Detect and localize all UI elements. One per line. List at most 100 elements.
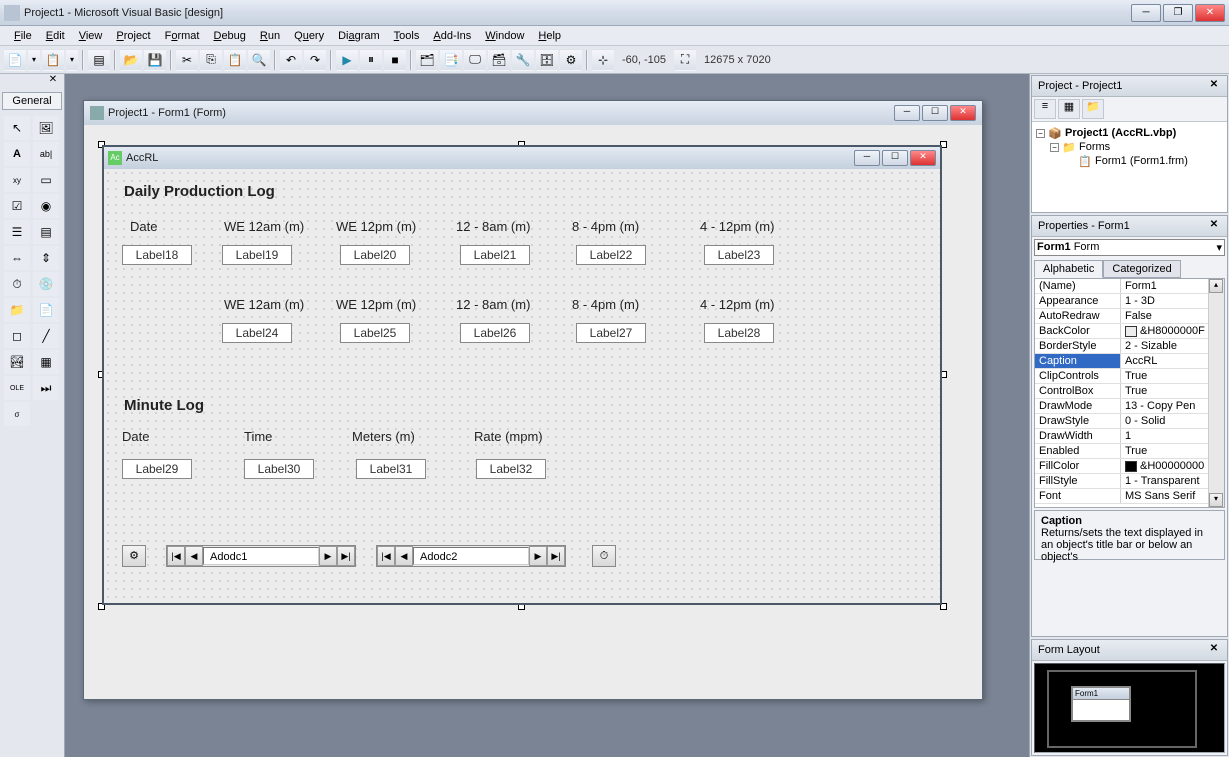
property-row[interactable]: FontMS Sans Serif — [1035, 489, 1224, 504]
menu-view[interactable]: View — [73, 28, 109, 44]
tree-form-node[interactable]: Form1 (Form1.frm) — [1095, 155, 1188, 167]
min-col-time[interactable]: Time — [244, 429, 272, 444]
paste-button[interactable]: 📋 — [224, 49, 246, 71]
end-button[interactable]: ■ — [384, 49, 406, 71]
form-layout-close-button[interactable]: ✕ — [1207, 643, 1221, 657]
adodc2-control[interactable]: |◀ ◀ Adodc2 ▶ ▶| — [376, 545, 566, 567]
adodc1-control[interactable]: |◀ ◀ Adodc1 ▶ ▶| — [166, 545, 356, 567]
picturebox-tool[interactable]: 🖼 — [33, 116, 59, 140]
label18[interactable]: Label18 — [122, 245, 192, 265]
properties-panel-close-button[interactable]: ✕ — [1207, 219, 1221, 233]
tree-expand-icon[interactable]: − — [1036, 129, 1045, 138]
form-minimize-button[interactable]: ─ — [854, 150, 880, 166]
image-tool[interactable]: 🏞 — [4, 350, 30, 374]
property-row[interactable]: CaptionAccRL — [1035, 354, 1224, 369]
find-button[interactable]: 🔍 — [248, 49, 270, 71]
menu-run[interactable]: Run — [254, 28, 286, 44]
filelist-tool[interactable]: 📄 — [33, 298, 59, 322]
component-button[interactable]: ⚙ — [560, 49, 582, 71]
col2-12-8am[interactable]: 12 - 8am (m) — [456, 297, 530, 312]
label22[interactable]: Label22 — [576, 245, 646, 265]
property-row[interactable]: (Name)Form1 — [1035, 279, 1224, 294]
col2-we12am[interactable]: WE 12am (m) — [224, 297, 304, 312]
copy-button[interactable]: ⎘ — [200, 49, 222, 71]
view-code-button[interactable]: ≡ — [1034, 99, 1056, 119]
form-maximize-button[interactable]: ☐ — [882, 150, 908, 166]
col-we12pm[interactable]: WE 12pm (m) — [336, 219, 416, 234]
add-project-button[interactable]: 📄 — [4, 49, 26, 71]
checkbox-tool[interactable]: ☑ — [4, 194, 30, 218]
col-4-12pm[interactable]: 4 - 12pm (m) — [700, 219, 774, 234]
line-tool[interactable]: ╱ — [33, 324, 59, 348]
adodc2-last-button[interactable]: ▶| — [547, 546, 565, 566]
form-designer-window[interactable]: Project1 - Form1 (Form) ─ ☐ ✕ Ac AccRL — [83, 100, 983, 700]
commandbutton-tool[interactable]: ▭ — [33, 168, 59, 192]
form-canvas[interactable]: Ac AccRL ─ ☐ ✕ Daily Production Log Date… — [102, 145, 942, 605]
close-button[interactable]: ✕ — [1195, 4, 1225, 22]
break-button[interactable]: ⏸ — [360, 49, 382, 71]
hscrollbar-tool[interactable]: ⇔ — [4, 246, 30, 270]
tree-expand-icon[interactable]: − — [1050, 143, 1059, 152]
adodc2-next-button[interactable]: ▶ — [529, 546, 547, 566]
properties-grid[interactable]: (Name)Form1Appearance1 - 3DAutoRedrawFal… — [1034, 278, 1225, 508]
label26[interactable]: Label26 — [460, 323, 530, 343]
designer-close-button[interactable]: ✕ — [950, 105, 976, 121]
heading-daily-production[interactable]: Daily Production Log — [124, 183, 275, 200]
property-row[interactable]: FillColor&H00000000 — [1035, 459, 1224, 474]
menu-query[interactable]: Query — [288, 28, 330, 44]
undo-button[interactable]: ↶ — [280, 49, 302, 71]
properties-button[interactable]: 📑 — [440, 49, 462, 71]
col2-8-4pm[interactable]: 8 - 4pm (m) — [572, 297, 639, 312]
label23[interactable]: Label23 — [704, 245, 774, 265]
add-project-dropdown[interactable]: ▾ — [28, 49, 40, 71]
menu-project[interactable]: Project — [110, 28, 156, 44]
menu-window[interactable]: Window — [479, 28, 530, 44]
col-12-8am[interactable]: 12 - 8am (m) — [456, 219, 530, 234]
scroll-up-button[interactable]: ▴ — [1209, 279, 1223, 293]
optionbutton-tool[interactable]: ◉ — [33, 194, 59, 218]
combobox-tool[interactable]: ☰ — [4, 220, 30, 244]
adodc1-last-button[interactable]: ▶| — [337, 546, 355, 566]
property-row[interactable]: BackColor&H8000000F — [1035, 324, 1224, 339]
project-explorer-button[interactable]: 🗂 — [416, 49, 438, 71]
property-row[interactable]: FillStyle1 - Transparent — [1035, 474, 1224, 489]
label27[interactable]: Label27 — [576, 323, 646, 343]
label-tool[interactable]: A — [4, 142, 30, 166]
label28[interactable]: Label28 — [704, 323, 774, 343]
menu-diagram[interactable]: Diagram — [332, 28, 386, 44]
property-row[interactable]: AutoRedrawFalse — [1035, 309, 1224, 324]
adodc1-prev-button[interactable]: ◀ — [185, 546, 203, 566]
designer-maximize-button[interactable]: ☐ — [922, 105, 948, 121]
property-row[interactable]: ControlBoxTrue — [1035, 384, 1224, 399]
heading-minute-log[interactable]: Minute Log — [124, 397, 204, 414]
menu-addins[interactable]: Add-Ins — [427, 28, 477, 44]
add-form-dropdown[interactable]: ▾ — [66, 49, 78, 71]
tree-forms-folder[interactable]: Forms — [1079, 141, 1110, 153]
min-col-date[interactable]: Date — [122, 429, 149, 444]
textbox-tool[interactable]: ab| — [33, 142, 59, 166]
data-tool[interactable]: ▦ — [33, 350, 59, 374]
dirlist-tool[interactable]: 📁 — [4, 298, 30, 322]
open-button[interactable]: 📂 — [120, 49, 142, 71]
adodc-tool[interactable]: ⏭ — [33, 376, 59, 400]
label29[interactable]: Label29 — [122, 459, 192, 479]
shape-tool[interactable]: ◻ — [4, 324, 30, 348]
adodc2-first-button[interactable]: |◀ — [377, 546, 395, 566]
property-row[interactable]: DrawWidth1 — [1035, 429, 1224, 444]
designer-minimize-button[interactable]: ─ — [894, 105, 920, 121]
col-8-4pm[interactable]: 8 - 4pm (m) — [572, 219, 639, 234]
tree-project-node[interactable]: Project1 (AccRL.vbp) — [1065, 127, 1176, 139]
project-panel-close-button[interactable]: ✕ — [1207, 79, 1221, 93]
label30[interactable]: Label30 — [244, 459, 314, 479]
timer-tool[interactable]: ⏱ — [4, 272, 30, 296]
col2-4-12pm[interactable]: 4 - 12pm (m) — [700, 297, 774, 312]
label21[interactable]: Label21 — [460, 245, 530, 265]
menu-format[interactable]: Format — [159, 28, 206, 44]
menu-help[interactable]: Help — [532, 28, 567, 44]
vscrollbar-tool[interactable]: ⇕ — [33, 246, 59, 270]
tab-alphabetic[interactable]: Alphabetic — [1034, 260, 1103, 278]
tab-categorized[interactable]: Categorized — [1103, 260, 1180, 278]
min-col-rate[interactable]: Rate (mpm) — [474, 429, 543, 444]
property-row[interactable]: ClipControlsTrue — [1035, 369, 1224, 384]
toggle-folders-button[interactable]: 📁 — [1082, 99, 1104, 119]
